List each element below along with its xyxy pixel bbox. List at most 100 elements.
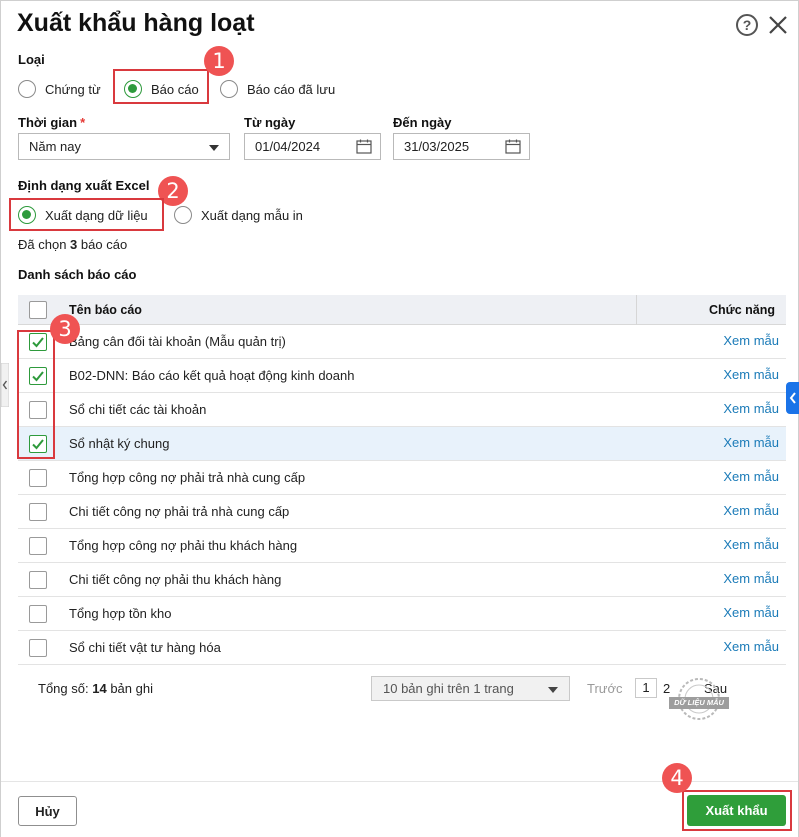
report-name: Sổ chi tiết các tài khoản [69, 402, 207, 417]
expand-right-handle[interactable] [786, 382, 799, 414]
view-sample-link[interactable]: Xem mẫu [723, 503, 779, 518]
format-label: Định dạng xuất Excel [18, 178, 150, 193]
callout-badge-4: 4 [662, 763, 692, 793]
radio-chung-tu[interactable]: Chứng từ [18, 80, 101, 98]
selected-count-text: Đã chọn 3 báo cáo [18, 237, 127, 252]
view-sample-link[interactable]: Xem mẫu [723, 435, 779, 450]
total-suffix: bản ghi [110, 681, 153, 696]
table-row[interactable]: Sổ nhật ký chung Xem mẫu [18, 427, 786, 461]
table-row[interactable]: B02-DNN: Báo cáo kết quả hoạt động kinh … [18, 359, 786, 393]
radio-label: Chứng từ [45, 81, 101, 97]
period-select[interactable]: Năm nay [18, 133, 230, 160]
to-date-label: Đến ngày [393, 115, 452, 130]
report-name: B02-DNN: Báo cáo kết quả hoạt động kinh … [69, 368, 355, 383]
required-mark: * [80, 115, 86, 130]
question-circle-icon[interactable]: ? [736, 14, 758, 36]
cell-divider [636, 495, 637, 529]
report-name: Sổ nhật ký chung [69, 436, 170, 451]
report-name: Bảng cân đối tài khoản (Mẫu quản trị) [69, 334, 286, 349]
report-name: Chi tiết công nợ phải trả nhà cung cấp [69, 504, 290, 519]
from-date-label: Từ ngày [244, 115, 296, 130]
prev-page-button[interactable]: Trước [587, 681, 623, 696]
table-row[interactable]: Sổ chi tiết vật tư hàng hóa Xem mẫu [18, 631, 786, 665]
column-divider [636, 295, 637, 325]
from-date-value: 01/04/2024 [255, 139, 321, 154]
report-name: Tổng hợp tồn kho [69, 606, 172, 621]
row-checkbox[interactable] [29, 469, 47, 487]
column-header-function: Chức năng [709, 303, 775, 317]
table-row[interactable]: Tổng hợp công nợ phải trả nhà cung cấp Xe… [18, 461, 786, 495]
radio-label: Xuất dạng mẫu in [201, 207, 303, 223]
period-value: Năm nay [29, 139, 82, 154]
row-checkbox[interactable] [29, 537, 47, 555]
calendar-icon[interactable] [356, 139, 372, 154]
cell-divider [636, 427, 637, 461]
cell-divider [636, 359, 637, 393]
radio-button[interactable] [18, 80, 36, 98]
highlight-box [9, 198, 164, 231]
selected-count: 3 [70, 237, 78, 252]
select-all-checkbox[interactable] [29, 301, 47, 319]
page-size-value: 10 bản ghi trên 1 trang [383, 681, 514, 696]
table-row[interactable]: Chi tiết công nợ phải trả nhà cung cấp Xe… [18, 495, 786, 529]
chevron-down-icon [548, 687, 558, 693]
page-size-select[interactable]: 10 bản ghi trên 1 trang [371, 676, 570, 701]
report-name: Chi tiết công nợ phải thu khách hàng [69, 572, 282, 587]
page-1-button[interactable]: 1 [635, 678, 657, 698]
cell-divider [636, 461, 637, 495]
table-row[interactable]: Bảng cân đối tài khoản (Mẫu quản trị) Xem… [18, 325, 786, 359]
chevron-left-icon [789, 392, 796, 404]
close-icon[interactable] [766, 13, 790, 37]
report-name: Tổng hợp công nợ phải trả nhà cung cấp [69, 470, 306, 485]
radio-button[interactable] [174, 206, 192, 224]
radio-xuat-mau-in[interactable]: Xuất dạng mẫu in [174, 206, 303, 224]
from-date-input[interactable]: 01/04/2024 [244, 133, 381, 160]
sample-data-stamp-text: DỮ LIỆU MẪU [674, 698, 724, 707]
radio-button[interactable] [220, 80, 238, 98]
total-prefix: Tổng số: [38, 681, 89, 696]
selected-suffix: báo cáo [80, 237, 128, 252]
chevron-down-icon [209, 145, 219, 151]
time-label-text: Thời gian [18, 115, 78, 130]
view-sample-link[interactable]: Xem mẫu [723, 333, 779, 348]
callout-badge-1: 1 [204, 46, 234, 76]
cell-divider [636, 393, 637, 427]
calendar-icon[interactable] [505, 139, 521, 154]
type-label: Loại [18, 52, 45, 67]
selected-prefix: Đã chọn [18, 237, 67, 252]
report-name: Tổng hợp công nợ phải thu khách hàng [69, 538, 298, 553]
row-checkbox[interactable] [29, 503, 47, 521]
to-date-value: 31/03/2025 [404, 139, 470, 154]
view-sample-link[interactable]: Xem mẫu [723, 605, 779, 620]
row-checkbox[interactable] [29, 639, 47, 657]
view-sample-link[interactable]: Xem mẫu [723, 401, 779, 416]
table-row[interactable]: Tổng hợp công nợ phải thu khách hàng Xem … [18, 529, 786, 563]
view-sample-link[interactable]: Xem mẫu [723, 639, 779, 654]
collapse-left-icon[interactable] [1, 363, 9, 407]
cell-divider [636, 563, 637, 597]
table-header: Tên báo cáo Chức năng [18, 295, 786, 325]
radio-label: Báo cáo đã lưu [247, 81, 336, 97]
table-row[interactable]: Sổ chi tiết các tài khoản Xem mẫu [18, 393, 786, 427]
dialog-title: Xuất khẩu hàng loạt [17, 9, 255, 37]
row-checkbox[interactable] [29, 605, 47, 623]
table-row[interactable]: Chi tiết công nợ phải thu khách hàng Xem … [18, 563, 786, 597]
view-sample-link[interactable]: Xem mẫu [723, 469, 779, 484]
total-records: Tổng số: 14 bản ghi [38, 681, 153, 696]
table-row[interactable]: Tổng hợp tồn kho Xem mẫu [18, 597, 786, 631]
report-list-label: Danh sách báo cáo [18, 267, 137, 282]
view-sample-link[interactable]: Xem mẫu [723, 571, 779, 586]
report-name: Sổ chi tiết vật tư hàng hóa [69, 640, 221, 655]
row-checkbox[interactable] [29, 571, 47, 589]
view-sample-link[interactable]: Xem mẫu [723, 367, 779, 382]
cell-divider [636, 631, 637, 665]
export-dialog: Xuất khẩu hàng loạt ? Loại Chứng từ Báo … [0, 0, 799, 837]
cell-divider [636, 325, 637, 359]
cell-divider [636, 529, 637, 563]
highlight-box [113, 69, 209, 104]
highlight-box [17, 330, 55, 459]
to-date-input[interactable]: 31/03/2025 [393, 133, 530, 160]
view-sample-link[interactable]: Xem mẫu [723, 537, 779, 552]
radio-bao-cao-da-luu[interactable]: Báo cáo đã lưu [220, 80, 335, 98]
cancel-button[interactable]: Hủy [18, 796, 77, 826]
